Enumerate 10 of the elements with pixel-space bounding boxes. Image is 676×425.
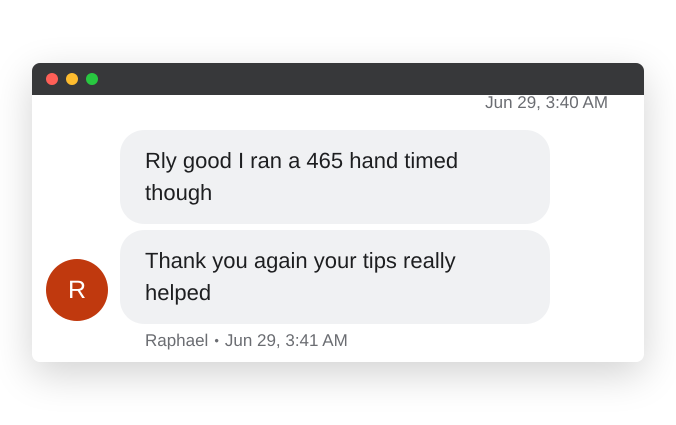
- separator-dot: •: [214, 332, 219, 350]
- message-time: Jun 29, 3:41 AM: [224, 331, 348, 351]
- window-control-button[interactable]: [66, 73, 78, 85]
- window-control-button[interactable]: [86, 73, 98, 85]
- sender-name: Raphael: [145, 331, 208, 351]
- message-bubble: Thank you again your tips really helped: [120, 230, 550, 324]
- message-bubble: Rly good I ran a 465 hand timed though: [120, 130, 550, 224]
- timestamp: Jun 29, 3:40 AM: [484, 95, 608, 113]
- avatar: R: [46, 259, 108, 321]
- window-control-button[interactable]: [46, 73, 58, 85]
